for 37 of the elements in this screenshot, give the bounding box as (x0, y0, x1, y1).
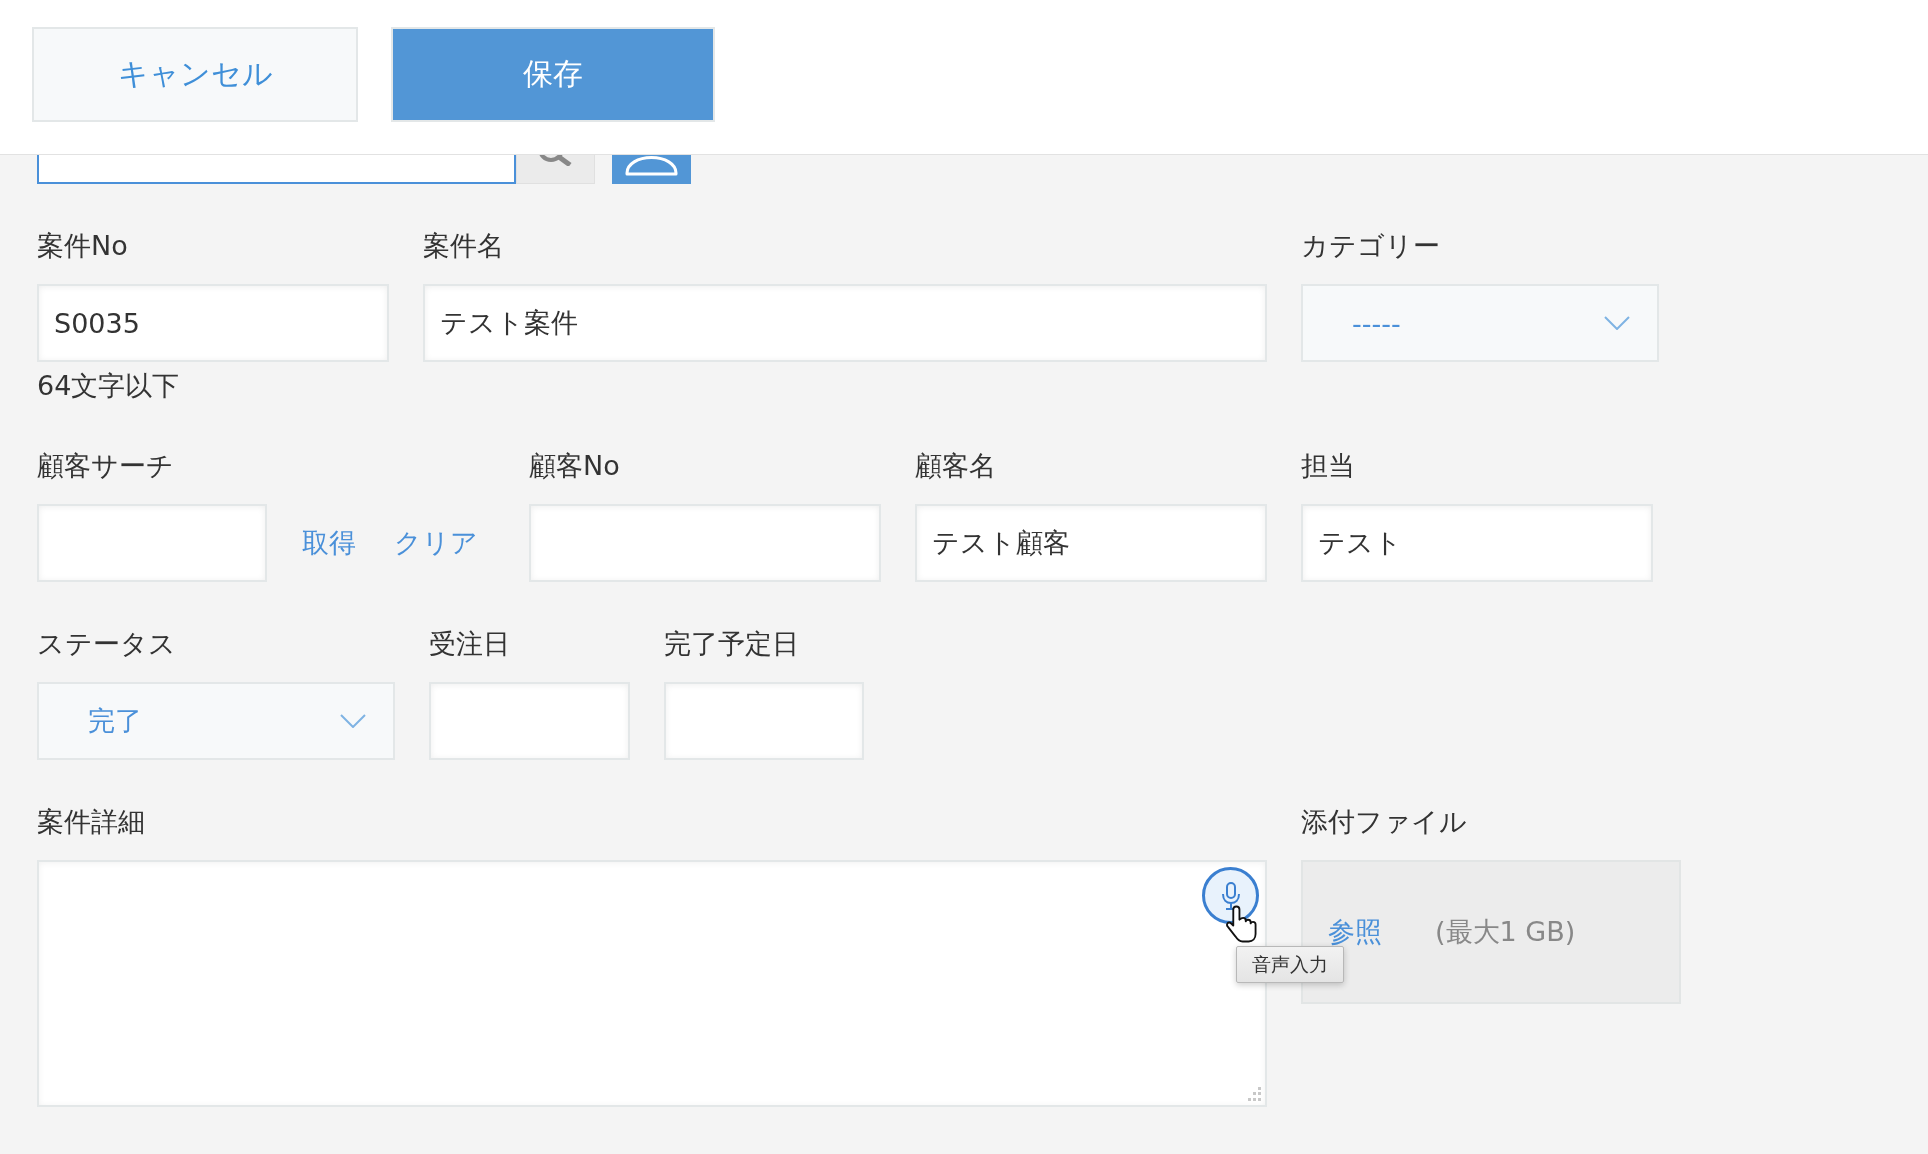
date-field[interactable] (664, 682, 864, 760)
field-label: 担当 (1301, 449, 1355, 483)
field-label: 添付ファイル (1301, 805, 1467, 839)
date-field[interactable] (429, 682, 630, 760)
field-label: 顧客サーチ (37, 449, 174, 483)
field-label: カテゴリー (1301, 229, 1440, 263)
search-button[interactable] (516, 155, 595, 184)
dropdown[interactable]: ----- (1301, 284, 1659, 362)
chevron-down-icon (340, 714, 366, 728)
field-label: 顧客名 (915, 449, 996, 483)
dropdown[interactable]: 完了 (37, 682, 395, 760)
hint-text: 64文字以下 (37, 369, 180, 403)
resize-grip-icon[interactable] (1247, 1087, 1261, 1101)
field-label: 顧客No (529, 449, 620, 483)
search-field[interactable] (37, 504, 267, 582)
text-field[interactable] (529, 504, 881, 582)
field-label: 案件詳細 (37, 805, 145, 839)
field-label: 案件No (37, 229, 128, 263)
size-limit-text: (最大1 GB) (1435, 915, 1576, 949)
action-link[interactable]: 取得 (302, 525, 356, 561)
action-link[interactable]: クリア (394, 525, 478, 561)
field-label: ステータス (37, 627, 176, 661)
input-field[interactable] (37, 155, 516, 184)
cancel-button[interactable]: キャンセル (32, 27, 358, 122)
pointer-hand-icon (1226, 905, 1257, 943)
person-button[interactable] (612, 155, 691, 184)
text-field[interactable]: テスト (1301, 504, 1653, 582)
text-field[interactable]: S0035 (37, 284, 389, 362)
text-field[interactable]: テスト案件 (423, 284, 1267, 362)
field-label: 受注日 (429, 627, 510, 661)
field-label: 完了予定日 (664, 627, 799, 661)
microphone-icon (1221, 881, 1240, 910)
tooltip: 音声入力 (1236, 946, 1344, 983)
text-field[interactable]: テスト顧客 (915, 504, 1267, 582)
field-label: 案件名 (423, 229, 504, 263)
save-button[interactable]: 保存 (391, 27, 715, 122)
chevron-down-icon (1604, 316, 1630, 330)
